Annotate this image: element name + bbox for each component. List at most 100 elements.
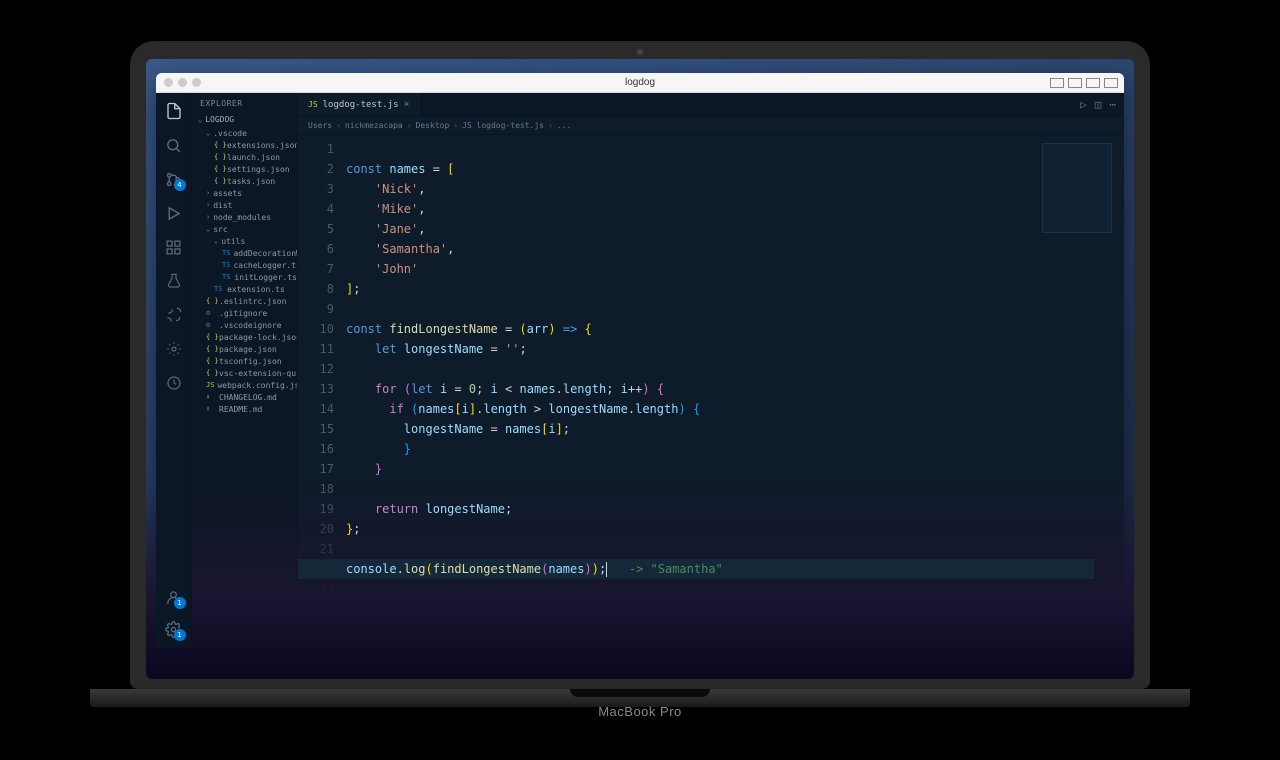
- json-file-icon: { }: [206, 333, 216, 341]
- folder-item[interactable]: ⌄src: [192, 223, 297, 235]
- extra-icon-3[interactable]: [164, 373, 184, 393]
- tree-item-label: dist: [213, 201, 232, 210]
- js-file-icon: JS: [308, 100, 318, 109]
- vscode-window: logdog: [156, 73, 1124, 665]
- code-line[interactable]: }: [346, 459, 1124, 479]
- file-item[interactable]: { }tsconfig.json: [192, 355, 297, 367]
- json-file-icon: { }: [206, 297, 216, 305]
- code-line[interactable]: 'Mike',: [346, 199, 1124, 219]
- file-item[interactable]: { }package-lock.json: [192, 331, 297, 343]
- code-line[interactable]: 'Nick',: [346, 179, 1124, 199]
- close-tab-icon[interactable]: ×: [404, 99, 410, 110]
- traffic-lights[interactable]: [164, 78, 201, 87]
- code-line[interactable]: for (let i = 0; i < names.length; i++) {: [346, 379, 1124, 399]
- laptop-camera: [637, 49, 643, 55]
- code-line[interactable]: [346, 359, 1124, 379]
- explorer-icon[interactable]: [164, 101, 184, 121]
- folder-item[interactable]: ›assets: [192, 187, 297, 199]
- code-line[interactable]: [346, 299, 1124, 319]
- code-editor[interactable]: 1234567891011121314151617181920212223 co…: [298, 135, 1124, 647]
- layout-icon[interactable]: [1104, 78, 1118, 88]
- code-line[interactable]: 'Jane',: [346, 219, 1124, 239]
- code-line[interactable]: return longestName;: [346, 499, 1124, 519]
- breadcrumb-item[interactable]: Users: [308, 121, 332, 130]
- folder-item[interactable]: ⌄.vscode: [192, 127, 297, 139]
- chevron-right-icon: ›: [548, 121, 553, 130]
- tree-item-label: .gitignore: [219, 309, 267, 318]
- code-line[interactable]: 'John': [346, 259, 1124, 279]
- extensions-icon[interactable]: [164, 237, 184, 257]
- file-item[interactable]: TSinitLogger.ts: [192, 271, 297, 283]
- code-line[interactable]: };: [346, 519, 1124, 539]
- scm-badge: 4: [174, 179, 186, 191]
- maximize-icon[interactable]: [192, 78, 201, 87]
- breadcrumb-item[interactable]: nickmezacapa: [345, 121, 403, 130]
- code-line[interactable]: const findLongestName = (arr) => {: [346, 319, 1124, 339]
- code-line[interactable]: if (names[i].length > longestName.length…: [346, 399, 1124, 419]
- code-line[interactable]: [346, 479, 1124, 499]
- file-item[interactable]: { }extensions.json: [192, 139, 297, 151]
- chevron-right-icon: ›: [206, 189, 210, 197]
- workspace-root[interactable]: ⌄ LOGDOG: [192, 112, 297, 127]
- folder-item[interactable]: ›dist: [192, 199, 297, 211]
- breadcrumb-item[interactable]: Desktop: [416, 121, 450, 130]
- tree-item-label: utils: [221, 237, 245, 246]
- panel-right-icon[interactable]: [1086, 78, 1100, 88]
- run-icon[interactable]: ▷: [1080, 98, 1087, 111]
- file-item[interactable]: TSaddDecorationWi…: [192, 247, 297, 259]
- split-editor-icon[interactable]: ◫: [1095, 98, 1102, 111]
- tab-active[interactable]: JS logdog-test.js ×: [298, 93, 421, 116]
- file-item[interactable]: JSwebpack.config.js: [192, 379, 297, 391]
- breadcrumb-item[interactable]: ...: [557, 121, 571, 130]
- ts-file-icon: TS: [222, 261, 230, 269]
- accounts-icon[interactable]: 1: [164, 587, 184, 607]
- tree-item-label: webpack.config.js: [217, 381, 297, 390]
- more-icon[interactable]: ⋯: [1109, 98, 1116, 111]
- file-item[interactable]: { }.eslintrc.json: [192, 295, 297, 307]
- file-item[interactable]: ⚙.vscodeignore: [192, 319, 297, 331]
- code-line[interactable]: [346, 139, 1124, 159]
- code-line[interactable]: }: [346, 439, 1124, 459]
- code-line[interactable]: [346, 539, 1124, 559]
- md-file-icon: ⬇: [206, 405, 216, 413]
- settings-icon[interactable]: 1: [164, 619, 184, 639]
- code-line[interactable]: let longestName = '';: [346, 339, 1124, 359]
- code-line[interactable]: 'Samantha',: [346, 239, 1124, 259]
- file-item[interactable]: { }launch.json: [192, 151, 297, 163]
- testing-icon[interactable]: [164, 271, 184, 291]
- folder-item[interactable]: ⌄utils: [192, 235, 297, 247]
- file-item[interactable]: ⚙.gitignore: [192, 307, 297, 319]
- code-line[interactable]: [346, 579, 1124, 599]
- file-item[interactable]: ⬇CHANGELOG.md: [192, 391, 297, 403]
- run-debug-icon[interactable]: [164, 203, 184, 223]
- extra-icon-2[interactable]: [164, 339, 184, 359]
- breadcrumb[interactable]: Users›nickmezacapa›Desktop›JS logdog-tes…: [298, 117, 1124, 135]
- file-item[interactable]: { }package.json: [192, 343, 297, 355]
- extra-icon-1[interactable]: [164, 305, 184, 325]
- titlebar-layout-controls[interactable]: [1050, 78, 1118, 88]
- code-line[interactable]: const names = [: [346, 159, 1124, 179]
- settings-badge: 1: [174, 629, 186, 641]
- file-item[interactable]: TScacheLogger.ts: [192, 259, 297, 271]
- panel-bottom-icon[interactable]: [1068, 78, 1082, 88]
- file-item[interactable]: { }settings.json: [192, 163, 297, 175]
- code-line[interactable]: ];: [346, 279, 1124, 299]
- minimize-icon[interactable]: [178, 78, 187, 87]
- chevron-right-icon: ›: [407, 121, 412, 130]
- tree-item-label: extension.ts: [227, 285, 285, 294]
- code-body[interactable]: const names = [ 'Nick', 'Mike', 'Jane', …: [346, 139, 1124, 647]
- js-file-icon: JS: [206, 381, 214, 389]
- file-item[interactable]: ⬇README.md: [192, 403, 297, 415]
- json-file-icon: { }: [206, 369, 216, 377]
- close-icon[interactable]: [164, 78, 173, 87]
- file-item[interactable]: { }tasks.json: [192, 175, 297, 187]
- search-icon[interactable]: [164, 135, 184, 155]
- file-item[interactable]: { }vsc-extension-quick…: [192, 367, 297, 379]
- folder-item[interactable]: ›node_modules: [192, 211, 297, 223]
- panel-left-icon[interactable]: [1050, 78, 1064, 88]
- file-item[interactable]: TSextension.ts: [192, 283, 297, 295]
- code-line[interactable]: console.log(findLongestName(names)); -> …: [346, 559, 1124, 579]
- code-line[interactable]: longestName = names[i];: [346, 419, 1124, 439]
- breadcrumb-item[interactable]: JS logdog-test.js: [462, 121, 544, 130]
- source-control-icon[interactable]: 4: [164, 169, 184, 189]
